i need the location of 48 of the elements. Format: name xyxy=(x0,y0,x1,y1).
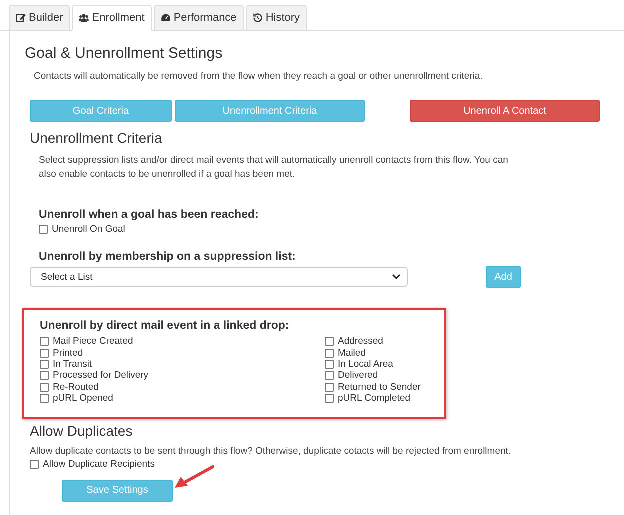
history-icon xyxy=(252,13,263,23)
users-icon xyxy=(79,13,90,23)
checkbox-option[interactable]: Allow Duplicate Recipients xyxy=(30,459,624,471)
checkbox[interactable] xyxy=(40,382,49,392)
checkbox[interactable] xyxy=(325,360,334,370)
checkbox[interactable] xyxy=(30,460,39,470)
edit-icon xyxy=(16,13,26,23)
checkbox[interactable] xyxy=(40,371,49,380)
tab[interactable]: Performance xyxy=(154,5,244,30)
subsection-heading: Unenroll by direct mail event in a linked drop: xyxy=(40,320,290,332)
checkbox[interactable] xyxy=(40,360,49,370)
checkbox[interactable] xyxy=(40,337,49,346)
tab[interactable]: History xyxy=(246,5,308,30)
checkbox[interactable] xyxy=(325,348,334,358)
checkbox-option[interactable]: Delivered xyxy=(325,370,444,382)
subsection-heading: Unenroll when a goal has been reached: xyxy=(39,209,260,221)
checkbox-option[interactable]: Printed xyxy=(40,348,325,359)
checkbox-option[interactable]: pURL Opened xyxy=(40,392,325,404)
tab[interactable]: Builder xyxy=(9,5,70,30)
tab[interactable]: Enrollment xyxy=(72,5,152,31)
checkbox-option[interactable]: In Local Area xyxy=(325,358,444,370)
description-text: Contacts will automatically be removed from the flow when they reach a goal or other unenrollment criteria. xyxy=(34,70,484,84)
subsection-heading: Unenroll by membership on a suppression list: xyxy=(39,251,297,264)
section-title: Allow Duplicates xyxy=(30,423,134,440)
checkbox-option[interactable]: pURL Completed xyxy=(325,392,444,404)
checkbox[interactable] xyxy=(325,382,334,392)
checkbox-option[interactable]: Unenroll On Goal xyxy=(39,224,624,236)
chevron-down-icon xyxy=(392,274,401,280)
checkbox[interactable] xyxy=(325,337,334,346)
checkbox-option[interactable]: Mailed xyxy=(325,348,444,359)
checkbox-option[interactable]: Returned to Sender xyxy=(325,381,444,393)
section-title: Unenrollment Criteria xyxy=(30,130,164,146)
gauge-icon xyxy=(160,13,171,23)
list-select[interactable]: Select a List xyxy=(30,267,408,288)
description-text: Allow duplicate contacts to be sent through this flow? Otherwise, duplicate cotacts will be rejected from enrollment. xyxy=(30,445,512,460)
checkbox[interactable] xyxy=(325,394,334,403)
criteria-button[interactable]: Unenroll A Contact xyxy=(410,100,600,122)
checkbox[interactable] xyxy=(39,225,48,234)
checkbox[interactable] xyxy=(40,394,49,403)
checkbox-option[interactable]: Addressed xyxy=(325,336,444,348)
checkbox-option[interactable]: Processed for Delivery xyxy=(40,370,325,382)
checkbox[interactable] xyxy=(325,371,334,380)
description-text: Select suppression lists and/or direct mail events that will automatically unenroll contacts from this flow. You can also enable contacts to be unenrolled if a goal has been met. xyxy=(39,154,509,182)
checkbox-option[interactable]: In Transit xyxy=(40,358,325,370)
checkbox-option[interactable]: Re-Routed xyxy=(40,381,325,393)
checkbox-option[interactable]: Mail Piece Created xyxy=(40,336,325,348)
section-title: Goal & Unenrollment Settings xyxy=(25,45,224,62)
checkbox[interactable] xyxy=(40,348,49,358)
